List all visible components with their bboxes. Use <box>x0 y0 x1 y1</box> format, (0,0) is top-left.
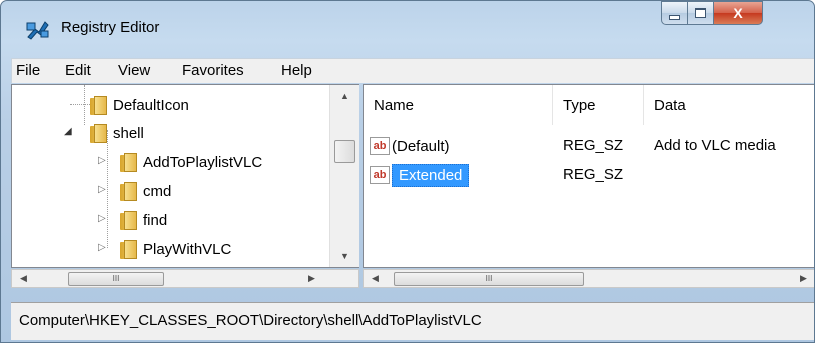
menu-favorites[interactable]: Favorites <box>182 62 244 79</box>
folder-icon <box>120 210 137 230</box>
status-bar: Computer\HKEY_CLASSES_ROOT\Directory\she… <box>11 302 814 340</box>
tree-node-find[interactable]: find <box>120 207 167 233</box>
close-icon: X <box>733 5 743 21</box>
scroll-left-icon[interactable]: ◀ <box>20 273 27 284</box>
scroll-up-icon[interactable]: ▲ <box>340 91 349 101</box>
tree-node-playwithvlc[interactable]: PlayWithVLC <box>120 236 231 262</box>
value-row-extended[interactable]: ab Extended <box>370 162 470 188</box>
tree-line <box>70 104 90 105</box>
column-header-name[interactable]: Name <box>364 85 553 125</box>
value-type: REG_SZ <box>563 166 624 183</box>
expand-icon[interactable]: ▷ <box>98 242 106 253</box>
scroll-down-icon[interactable]: ▼ <box>340 251 349 261</box>
column-header-data[interactable]: Data <box>644 85 814 125</box>
scroll-left-icon[interactable]: ◀ <box>372 273 379 284</box>
menu-file[interactable]: File <box>16 62 40 79</box>
key-tree-pane[interactable]: DefaultIcon ◢ shell ▷ AddToPlaylistVLC ▷… <box>11 84 359 268</box>
value-row-default[interactable]: ab (Default) <box>370 133 450 159</box>
tree-node-label: shell <box>113 124 144 142</box>
tree-node-shell[interactable]: shell <box>90 120 144 146</box>
minimize-button[interactable] <box>661 1 688 25</box>
value-name-selected: Extended <box>392 163 470 187</box>
scroll-right-icon[interactable]: ▶ <box>308 273 315 284</box>
registry-editor-icon <box>26 21 49 40</box>
list-horizontal-scrollbar[interactable]: ◀ III ▶ <box>363 269 814 288</box>
value-name: (Default) <box>392 137 450 155</box>
folder-icon <box>120 181 137 201</box>
folder-icon <box>90 95 107 115</box>
menu-help[interactable]: Help <box>281 62 312 79</box>
minimize-icon <box>669 14 680 20</box>
folder-icon <box>120 152 137 172</box>
menu-view[interactable]: View <box>118 62 150 79</box>
values-list-pane[interactable]: Name Type Data ab (Default) REG_SZ Add t… <box>363 84 814 268</box>
tree-hscroll-thumb[interactable]: III <box>68 272 164 286</box>
current-key-path: Computer\HKEY_CLASSES_ROOT\Directory\she… <box>19 312 482 329</box>
maximize-button[interactable] <box>688 1 714 25</box>
tree-node-label: DefaultIcon <box>113 96 189 114</box>
tree-line <box>84 85 85 125</box>
tree-line <box>107 130 108 248</box>
expand-icon[interactable]: ▷ <box>98 213 106 224</box>
expand-icon[interactable]: ▷ <box>98 155 106 166</box>
column-header-type[interactable]: Type <box>553 85 644 125</box>
tree-node-defaulticon[interactable]: DefaultIcon <box>90 92 189 118</box>
tree-vertical-scrollbar[interactable]: ▲ ▼ <box>329 85 359 267</box>
menu-edit[interactable]: Edit <box>65 62 91 79</box>
maximize-icon <box>695 8 706 18</box>
caption-buttons: X <box>661 1 763 27</box>
expand-icon[interactable]: ▷ <box>98 184 106 195</box>
tree-node-addtoplaylistvlc[interactable]: AddToPlaylistVLC <box>120 149 262 175</box>
tree-node-label: PlayWithVLC <box>143 240 232 258</box>
string-value-icon: ab <box>370 166 390 184</box>
registry-editor-window: Registry Editor X File Edit View Favorit… <box>0 0 815 343</box>
collapse-icon[interactable]: ◢ <box>64 126 72 137</box>
value-type: REG_SZ <box>563 137 624 154</box>
scroll-right-icon[interactable]: ▶ <box>800 273 807 284</box>
tree-node-label: AddToPlaylistVLC <box>143 153 263 171</box>
tree-horizontal-scrollbar[interactable]: ◀ III ▶ <box>11 269 359 288</box>
tree-node-label: cmd <box>143 182 172 200</box>
value-data: Add to VLC media <box>654 137 776 154</box>
tree-node-cmd[interactable]: cmd <box>120 178 171 204</box>
folder-icon <box>90 123 107 143</box>
tree-scroll-thumb[interactable] <box>334 140 355 163</box>
string-value-icon: ab <box>370 137 390 155</box>
menu-bar: File Edit View Favorites Help <box>11 58 814 83</box>
window-title: Registry Editor <box>61 19 160 36</box>
folder-icon <box>120 239 137 259</box>
close-button[interactable]: X <box>714 1 763 25</box>
tree-node-label: find <box>143 211 168 229</box>
title-bar[interactable]: Registry Editor X <box>1 1 814 51</box>
list-hscroll-thumb[interactable]: III <box>394 272 584 286</box>
